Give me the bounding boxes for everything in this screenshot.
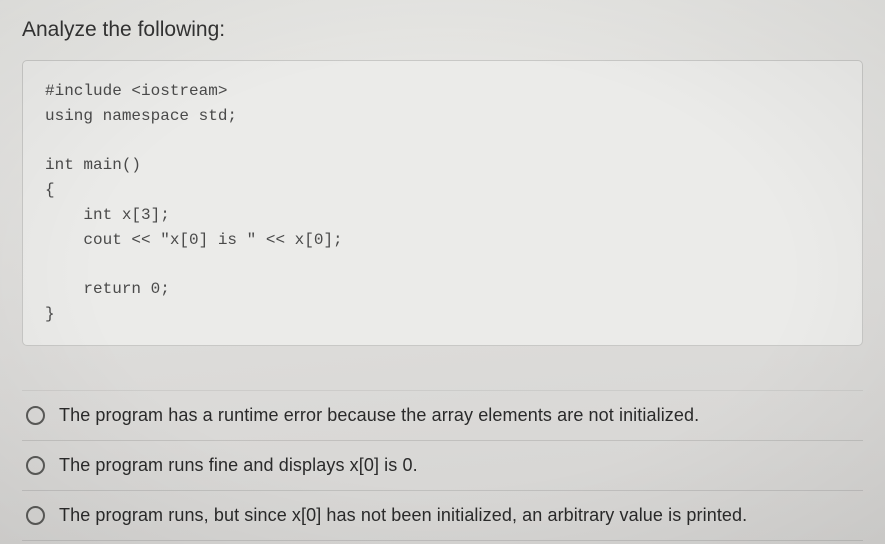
option-label: The program runs, but since x[0] has not… [59,505,747,526]
option-label: The program has a runtime error because … [59,405,699,426]
option-row[interactable]: The program has a runtime error because … [22,390,863,441]
option-row[interactable]: The program runs fine and displays x[0] … [22,441,863,491]
radio-icon[interactable] [26,506,45,525]
option-label: The program runs fine and displays x[0] … [59,455,418,476]
option-row[interactable]: The program runs, but since x[0] has not… [22,491,863,541]
radio-icon[interactable] [26,456,45,475]
radio-icon[interactable] [26,406,45,425]
question-prompt: Analyze the following: [22,18,863,42]
code-block: #include <iostream> using namespace std;… [22,60,863,346]
options-list: The program has a runtime error because … [22,390,863,541]
